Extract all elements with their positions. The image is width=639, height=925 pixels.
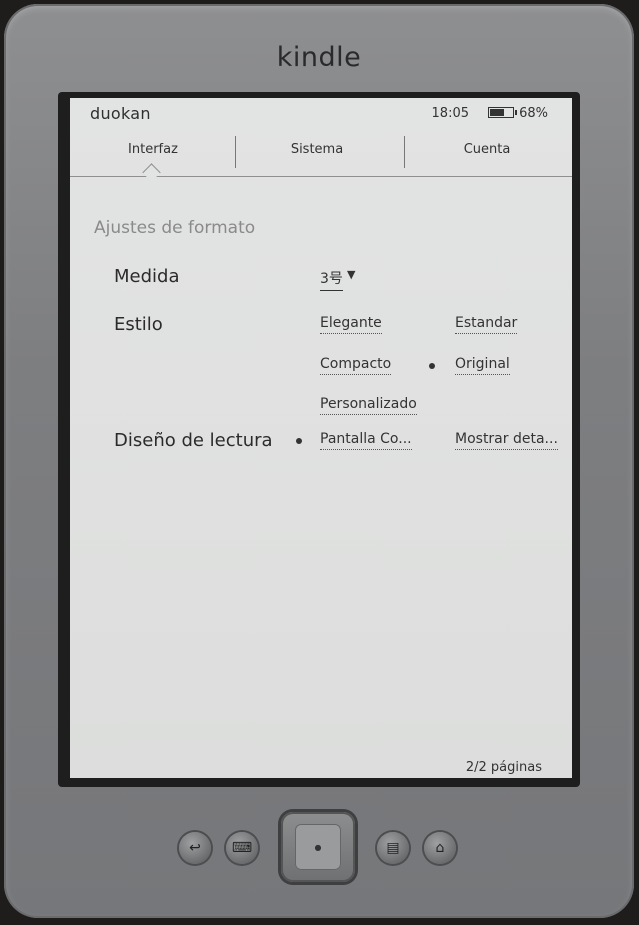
- diseno-label: Diseño de lectura: [114, 430, 273, 451]
- battery-icon: [488, 107, 517, 118]
- clock: 18:05: [431, 106, 469, 121]
- active-tab-pointer: [142, 163, 161, 182]
- tab-divider: [235, 136, 236, 168]
- battery-percent: 68%: [519, 106, 548, 121]
- medida-label: Medida: [114, 266, 180, 287]
- tab-interfaz[interactable]: Interfaz: [98, 142, 208, 157]
- diseno-option-pantalla[interactable]: Pantalla Co...: [320, 431, 412, 450]
- estilo-option-compacto[interactable]: Compacto: [320, 356, 392, 375]
- estilo-label: Estilo: [114, 314, 163, 335]
- select-button[interactable]: ●: [295, 824, 341, 870]
- medida-dropdown[interactable]: 3号: [320, 268, 343, 291]
- tab-divider: [404, 136, 405, 168]
- settings-tabs: Interfaz Sistema Cuenta: [70, 132, 572, 182]
- diseno-option-mostrar[interactable]: Mostrar deta...: [455, 431, 558, 450]
- estilo-option-elegante[interactable]: Elegante: [320, 315, 382, 334]
- page-indicator: 2/2 páginas: [465, 760, 542, 775]
- screen: duokan 18:05 68% Interfaz Sistema Cuenta…: [70, 98, 572, 778]
- back-arrow-icon[interactable]: ↩: [179, 832, 211, 864]
- home-icon[interactable]: ⌂: [424, 832, 456, 864]
- caret-down-icon[interactable]: ▼: [347, 268, 355, 281]
- tab-cuenta[interactable]: Cuenta: [432, 142, 542, 157]
- battery-fill: [490, 109, 504, 116]
- tab-sistema[interactable]: Sistema: [262, 142, 372, 157]
- app-logo: duokan: [90, 104, 151, 123]
- menu-icon[interactable]: ▤: [377, 832, 409, 864]
- estilo-option-estandar[interactable]: Estandar: [455, 315, 518, 334]
- status-bar: duokan 18:05 68%: [70, 98, 572, 128]
- keyboard-icon[interactable]: ⌨: [226, 832, 258, 864]
- five-way-controller[interactable]: ●: [281, 812, 355, 882]
- brand-logo: kindle: [276, 42, 362, 73]
- section-title: Ajustes de formato: [94, 218, 256, 238]
- selected-bullet-icon: [296, 438, 302, 444]
- estilo-option-original[interactable]: Original: [455, 356, 510, 375]
- selected-bullet-icon: [429, 363, 435, 369]
- estilo-option-personalizado[interactable]: Personalizado: [320, 396, 417, 415]
